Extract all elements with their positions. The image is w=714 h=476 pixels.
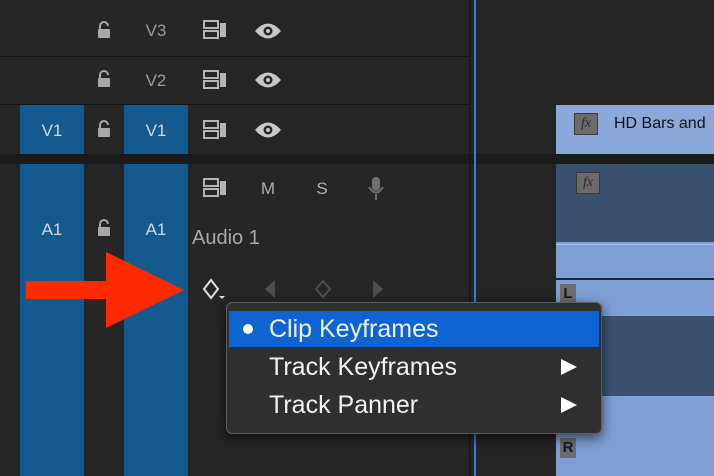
menu-item-label: Clip Keyframes (269, 315, 439, 343)
menu-item-track-keyframes[interactable]: Track Keyframes (229, 349, 599, 385)
submenu-arrow-icon (561, 397, 577, 413)
track-target-label-a1[interactable]: A1 (124, 221, 188, 238)
selected-bullet-icon (243, 324, 253, 334)
eye-icon[interactable] (252, 20, 284, 42)
volume-rubber-band[interactable] (556, 244, 714, 245)
next-keyframe-icon[interactable] (368, 278, 388, 300)
sync-lock-icon[interactable] (200, 176, 232, 200)
track-header-v2 (0, 57, 470, 104)
eye-icon[interactable] (252, 69, 284, 91)
keyframe-context-menu: Clip Keyframes Track Keyframes Track Pan… (226, 302, 602, 434)
source-patch-label-v1[interactable]: V1 (20, 122, 84, 139)
channel-divider (556, 278, 714, 280)
menu-item-label: Track Panner (269, 391, 419, 419)
source-patch-label-a1[interactable]: A1 (20, 221, 84, 238)
video-clip-title: HD Bars and (614, 115, 706, 132)
fx-badge: fx (576, 172, 600, 194)
track-target-label-v1[interactable]: V1 (124, 122, 188, 139)
track-target-label-v2[interactable]: V2 (124, 72, 188, 89)
lock-icon[interactable] (94, 69, 114, 89)
menu-item-track-panner[interactable]: Track Panner (229, 387, 599, 423)
track-target-label-v3[interactable]: V3 (124, 22, 188, 39)
menu-item-clip-keyframes[interactable]: Clip Keyframes (229, 311, 599, 347)
annotation-arrow (26, 252, 186, 328)
video-clip[interactable]: fx HD Bars and (556, 105, 714, 154)
keyframe-menu-icon[interactable] (200, 276, 228, 302)
solo-button[interactable]: S (310, 180, 334, 197)
video-audio-divider (0, 154, 714, 164)
lock-icon[interactable] (94, 20, 114, 40)
channel-left-label: L (560, 284, 576, 304)
fx-badge: fx (574, 113, 598, 135)
channel-right-label: R (560, 438, 576, 458)
add-keyframe-icon[interactable] (312, 278, 334, 300)
previous-keyframe-icon[interactable] (260, 278, 280, 300)
sync-lock-icon[interactable] (200, 68, 232, 92)
track-header-v3 (0, 0, 470, 56)
sync-lock-icon[interactable] (200, 118, 232, 142)
eye-icon[interactable] (252, 119, 284, 141)
submenu-arrow-icon (561, 359, 577, 375)
mute-button[interactable]: M (256, 180, 280, 197)
lock-icon[interactable] (94, 218, 114, 238)
microphone-icon[interactable] (364, 174, 388, 204)
audio-track-name: Audio 1 (192, 227, 260, 249)
lock-icon[interactable] (94, 119, 114, 139)
sync-lock-icon[interactable] (200, 18, 232, 42)
menu-item-label: Track Keyframes (269, 353, 458, 381)
